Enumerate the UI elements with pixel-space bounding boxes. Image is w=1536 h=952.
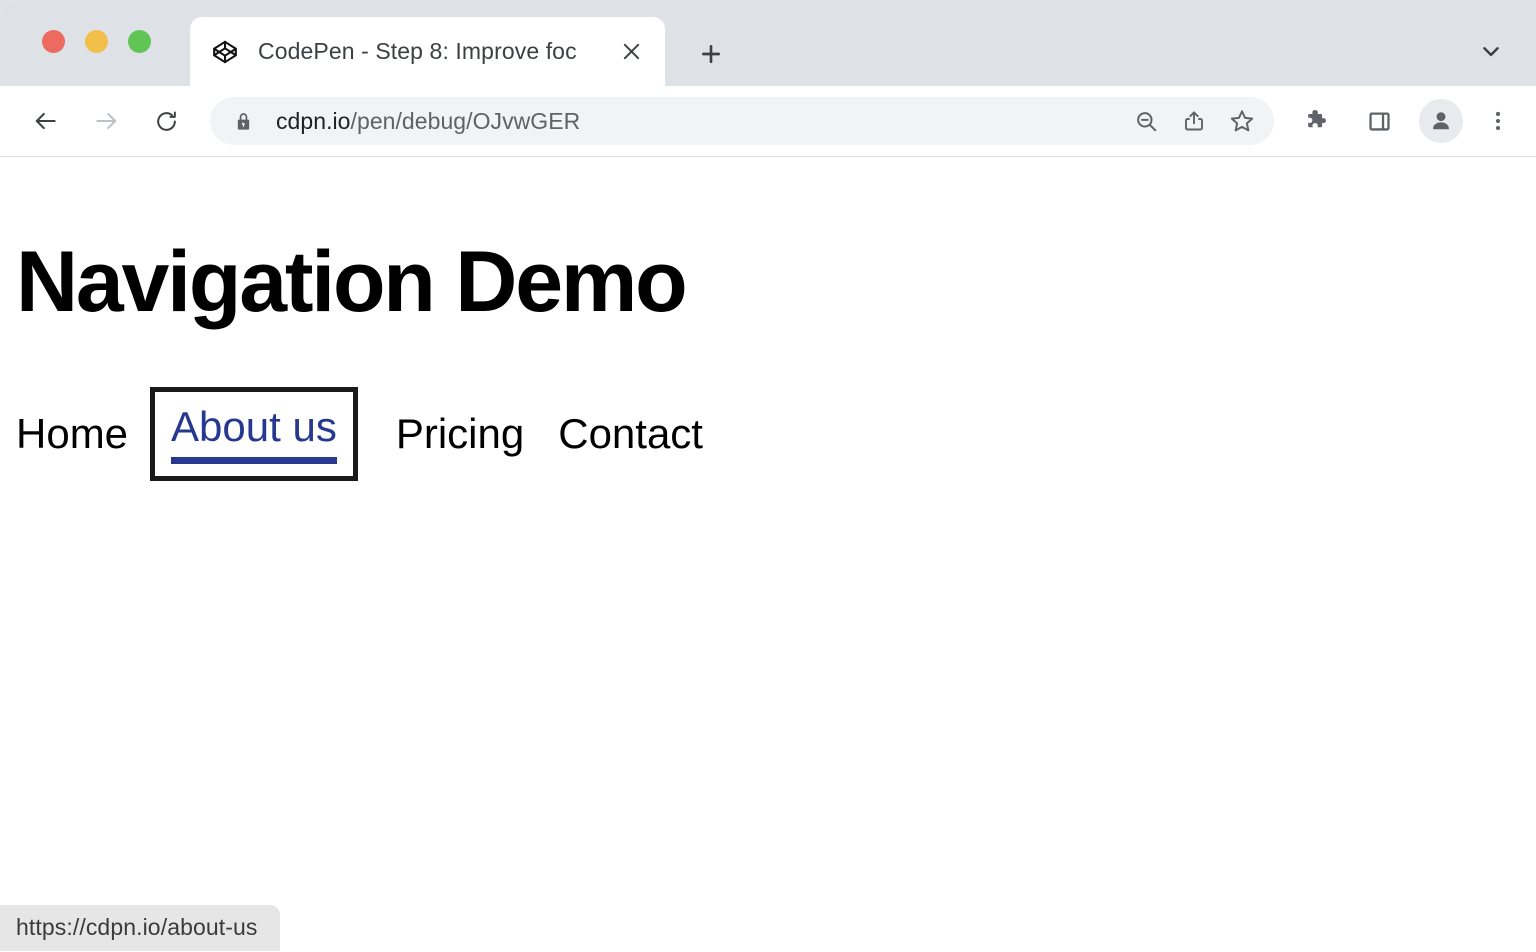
- new-tab-button[interactable]: [688, 31, 734, 77]
- window-traffic-lights: [42, 30, 151, 53]
- tab-search-chevron-down-icon[interactable]: [1468, 28, 1514, 74]
- tab-strip: CodePen - Step 8: Improve foc: [0, 0, 1536, 86]
- nav-item-pricing[interactable]: Pricing: [396, 413, 524, 455]
- nav-link-about-us[interactable]: About us: [171, 406, 337, 464]
- url-path: /pen/debug/OJvwGER: [351, 108, 581, 134]
- codepen-icon: [212, 39, 238, 65]
- page-title: Navigation Demo: [16, 239, 685, 325]
- nav-link-contact[interactable]: Contact: [558, 413, 703, 455]
- zoom-out-icon[interactable]: [1122, 97, 1170, 145]
- side-panel-icon[interactable]: [1355, 97, 1403, 145]
- address-bar-url: cdpn.io/pen/debug/OJvwGER: [276, 108, 580, 135]
- tab-title: CodePen - Step 8: Improve foc: [258, 38, 609, 65]
- nav-item-contact[interactable]: Contact: [558, 413, 703, 455]
- url-domain: cdpn.io: [276, 108, 351, 134]
- lock-icon: [232, 110, 254, 132]
- status-bar-url: https://cdpn.io/about-us: [0, 905, 280, 951]
- puzzle-icon[interactable]: [1293, 97, 1341, 145]
- site-navigation: Home About us Pricing Contact: [16, 387, 703, 481]
- nav-item-home[interactable]: Home: [16, 413, 128, 455]
- nav-item-about-us[interactable]: About us: [150, 387, 358, 481]
- browser-toolbar: cdpn.io/pen/debug/OJvwGER: [0, 86, 1536, 157]
- back-arrow-icon[interactable]: [22, 97, 70, 145]
- window-close-button[interactable]: [42, 30, 65, 53]
- nav-link-pricing[interactable]: Pricing: [396, 413, 524, 455]
- tab-close-icon[interactable]: [609, 30, 653, 74]
- omnibox-action-icons: [1122, 97, 1266, 145]
- window-minimize-button[interactable]: [85, 30, 108, 53]
- address-bar[interactable]: cdpn.io/pen/debug/OJvwGER: [210, 97, 1274, 145]
- toolbar-right-actions: [1286, 97, 1520, 145]
- reload-icon[interactable]: [142, 97, 190, 145]
- profile-avatar-icon[interactable]: [1419, 99, 1463, 143]
- browser-tab-active[interactable]: CodePen - Step 8: Improve foc: [190, 17, 665, 86]
- nav-link-home[interactable]: Home: [16, 413, 128, 455]
- browser-window: CodePen - Step 8: Improve foc: [0, 0, 1536, 952]
- star-icon[interactable]: [1218, 97, 1266, 145]
- window-maximize-button[interactable]: [128, 30, 151, 53]
- page-viewport: Navigation Demo Home About us Pricing Co…: [0, 157, 1536, 951]
- forward-arrow-icon: [82, 97, 130, 145]
- three-dot-menu-icon[interactable]: [1476, 99, 1520, 143]
- share-icon[interactable]: [1170, 97, 1218, 145]
